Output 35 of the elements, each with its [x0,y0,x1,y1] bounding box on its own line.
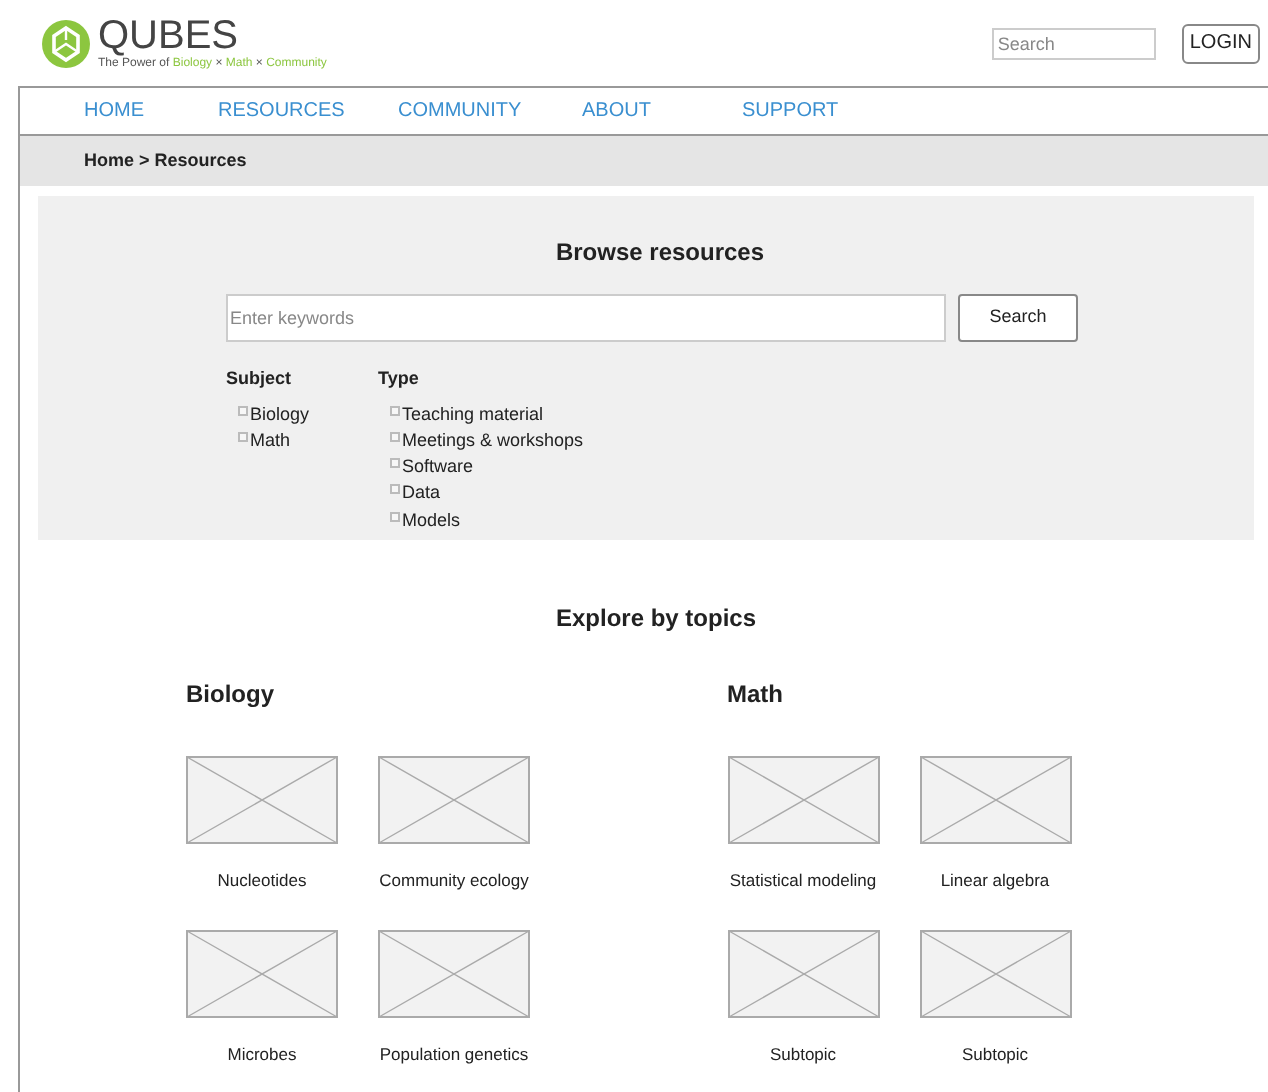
topic-tile[interactable]: Subtopic [707,929,899,1067]
topic-tile[interactable]: Community ecology [358,756,550,894]
search-button[interactable]: Search [958,294,1078,342]
checkbox-label: Teaching material [402,403,544,425]
checkbox[interactable] [390,511,400,522]
topic-group-heading: Biology [186,678,276,712]
checkbox[interactable] [238,405,248,415]
topic-tile[interactable]: Microbes [166,929,358,1067]
checkbox[interactable] [390,405,400,415]
checkbox-label: Biology [250,403,310,425]
checkbox[interactable] [238,431,248,442]
logo-icon [42,19,90,67]
checkbox[interactable] [390,458,400,469]
topic-tile[interactable]: Statistical modeling [707,756,899,894]
checkbox-label: Models [402,509,461,532]
explore-title: Explore by topics [553,602,759,636]
checkbox-label: Meetings & workshops [402,429,584,452]
checkbox-label: Math [250,429,291,452]
topic-tile[interactable]: Subtopic [899,929,1091,1067]
logo-text: QUBES [98,15,241,55]
breadcrumb: Home > Resources [84,147,247,174]
browse-title: Browse resources [553,236,767,270]
checkbox-label: Data [402,482,441,505]
filter-heading: Type [378,366,421,392]
keyword-field[interactable]: Enter keywords [226,294,946,342]
checkbox[interactable] [390,431,400,442]
topic-tile[interactable]: Nucleotides [166,756,358,894]
login-button[interactable]: LOGIN [1181,23,1260,63]
filter-heading: Subject [226,366,294,392]
checkbox-label: Software [402,456,474,479]
topic-tile[interactable]: Population genetics [358,929,550,1067]
search-field[interactable]: Search [991,27,1156,59]
topic-tile[interactable]: Linear algebra [899,756,1091,894]
checkbox[interactable] [390,484,400,495]
topic-group-heading: Math [727,678,785,712]
